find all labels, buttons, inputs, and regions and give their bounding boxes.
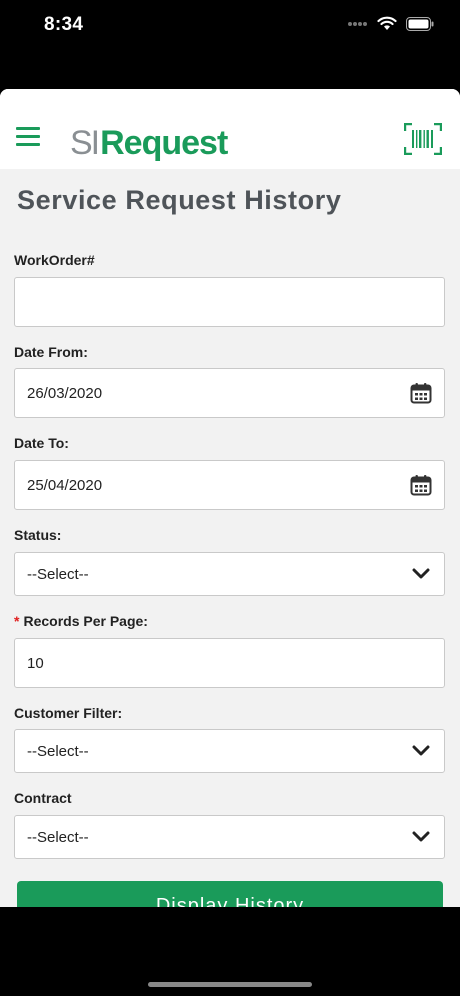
contract-select[interactable]: --Select-- [14, 815, 445, 859]
status-icons [348, 16, 434, 31]
required-indicator: * [14, 613, 20, 629]
contract-label: Contract [14, 790, 72, 806]
page-title: Service Request History [17, 185, 342, 215]
status-bar: 8:34 [0, 0, 460, 56]
wifi-icon [377, 16, 397, 30]
date-to-value: 25/04/2020 [27, 476, 103, 494]
date-to-label: Date To: [14, 435, 69, 451]
logo-si-text: SI [70, 124, 100, 162]
status-label: Status: [14, 527, 62, 543]
app-header: SI Request [0, 89, 460, 169]
date-from-label: Date From: [14, 344, 88, 360]
records-per-page-label-text: Records Per Page: [23, 613, 148, 629]
chevron-down-icon [412, 831, 430, 842]
customer-filter-label: Customer Filter: [14, 705, 123, 721]
hamburger-menu-icon[interactable] [16, 127, 40, 149]
signal-icon [348, 21, 367, 26]
date-from-field[interactable]: 26/03/2020 [14, 368, 445, 418]
chevron-down-icon [412, 568, 430, 579]
contract-selected-value: --Select-- [27, 828, 89, 846]
calendar-icon[interactable] [410, 474, 432, 496]
date-from-value: 26/03/2020 [27, 384, 103, 402]
customer-filter-selected-value: --Select-- [27, 742, 89, 760]
records-per-page-label: * Records Per Page: [14, 613, 148, 629]
app-logo: SI Request [70, 119, 228, 163]
records-per-page-input[interactable] [14, 638, 445, 688]
home-indicator[interactable] [148, 982, 312, 987]
status-time: 8:34 [44, 14, 84, 35]
customer-filter-select[interactable]: --Select-- [14, 729, 445, 773]
app-screen: SI Request Service Request History WorkO… [0, 89, 460, 907]
workorder-input[interactable] [14, 277, 445, 327]
battery-icon [406, 16, 434, 31]
chevron-down-icon [412, 745, 430, 756]
status-select[interactable]: --Select-- [14, 552, 445, 596]
display-history-button[interactable]: Display History [17, 881, 443, 907]
barcode-scan-icon[interactable] [404, 123, 442, 155]
workorder-label: WorkOrder# [14, 252, 95, 268]
logo-request-text: Request [100, 124, 228, 162]
date-to-field[interactable]: 25/04/2020 [14, 460, 445, 510]
status-selected-value: --Select-- [27, 565, 89, 583]
calendar-icon[interactable] [410, 382, 432, 404]
